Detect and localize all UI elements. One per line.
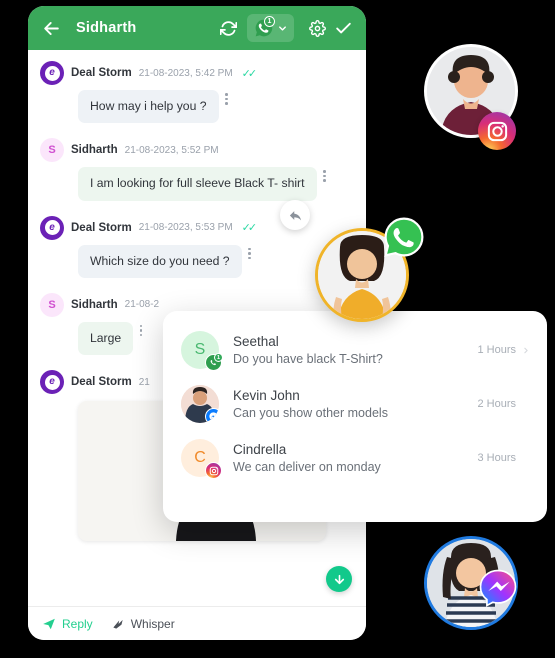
read-receipt-icon: ✓✓	[241, 222, 258, 234]
brand-logo-icon: e	[44, 65, 60, 81]
channel-unread-badge: 1	[264, 16, 275, 27]
preview-message: Can you show other models	[233, 406, 388, 420]
message-sender: Sidharth	[71, 298, 118, 311]
list-item[interactable]: C Cindrella We can deliver on monday 3 H…	[163, 431, 547, 485]
avatar: C	[181, 439, 222, 479]
arrow-left-icon[interactable]	[40, 17, 62, 39]
notification-time: 1 Hours	[477, 344, 516, 356]
message-header: S Sidharth 21-08-2023, 5:52 PM	[40, 137, 354, 163]
preview-message: Do you have black T-Shirt?	[233, 352, 383, 366]
brand-logo-icon: e	[44, 220, 60, 235]
notification-text: Cindrella We can deliver on monday	[233, 442, 469, 474]
instagram-badge-icon	[205, 462, 222, 479]
message-timestamp: 21-08-2023, 5:53 PM	[138, 222, 233, 233]
instagram-icon	[478, 112, 516, 150]
conversation-header: Sidharth 1	[28, 6, 366, 50]
reply-button[interactable]: Reply	[42, 617, 93, 631]
message-header: e Deal Storm 21-08-2023, 5:42 PM ✓✓	[40, 60, 354, 86]
whisper-button[interactable]: Whisper	[111, 617, 175, 631]
chevron-down-icon	[279, 25, 286, 31]
whatsapp-phone-icon: 1	[254, 16, 275, 38]
avatar: e	[40, 370, 64, 394]
whisper-label: Whisper	[130, 616, 175, 631]
list-item[interactable]: Kevin John Can you show other models 2 H…	[163, 377, 547, 431]
message-options-icon[interactable]	[319, 170, 331, 182]
message-item: S Sidharth 21-08-2023, 5:52 PM I am look…	[40, 137, 354, 201]
page-title: Sidharth	[76, 20, 137, 36]
message-options-icon[interactable]	[135, 324, 147, 337]
avatar	[181, 385, 219, 423]
check-icon[interactable]	[332, 17, 354, 39]
message-text: How may i help you ?	[78, 90, 219, 124]
preview-message: We can deliver on monday	[233, 460, 381, 474]
avatar-initial: S	[194, 341, 206, 358]
notification-text: Seethal Do you have black T-Shirt?	[233, 334, 469, 366]
message-bubble-wrap: I am looking for full sleeve Black T- sh…	[78, 167, 354, 201]
message-sender: Sidharth	[71, 144, 118, 157]
messenger-icon	[478, 568, 518, 608]
notifications-panel: S 1 Seethal Do you have black T-Shirt? 1…	[163, 311, 547, 522]
message-sender: Deal Storm	[71, 376, 132, 388]
avatar-initial: C	[194, 449, 206, 466]
message-bubble-wrap: Which size do you need ?	[78, 244, 354, 278]
list-item[interactable]: S 1 Seethal Do you have black T-Shirt? 1…	[163, 323, 547, 377]
gear-icon[interactable]	[306, 17, 328, 39]
whisper-icon	[113, 619, 123, 629]
unread-count: 1	[214, 353, 223, 362]
avatar: S	[40, 138, 64, 163]
contact-name: Seethal	[233, 334, 279, 349]
notification-time: 2 Hours	[477, 398, 516, 410]
message-options-icon[interactable]	[221, 93, 233, 105]
reply-label: Reply	[62, 616, 93, 631]
messenger-badge-icon	[205, 408, 219, 423]
reply-arrow-icon[interactable]	[280, 200, 310, 230]
brand-logo-icon: e	[44, 374, 60, 390]
avatar: e	[40, 61, 64, 85]
scroll-to-bottom-button[interactable]	[326, 566, 352, 592]
avatar: S 1	[181, 331, 223, 371]
contact-name: Cindrella	[233, 442, 287, 457]
chevron-right-icon[interactable]	[521, 346, 531, 355]
message-timestamp: 21	[138, 376, 150, 388]
whatsapp-icon	[383, 216, 425, 258]
composer-toolbar: Reply Whisper	[28, 606, 366, 640]
send-plane-icon	[43, 618, 55, 629]
message-text: Large	[78, 321, 134, 355]
message-bubble-wrap: How may i help you ?	[78, 90, 354, 124]
message-sender: Deal Storm	[71, 67, 132, 79]
read-receipt-icon: ✓✓	[241, 67, 258, 80]
channel-selector[interactable]: 1	[247, 14, 294, 42]
notification-text: Kevin John Can you show other models	[233, 388, 469, 420]
message-sender: Deal Storm	[71, 221, 132, 234]
avatar: S	[40, 292, 64, 317]
arrow-down-icon	[334, 574, 344, 584]
refresh-icon[interactable]	[217, 17, 239, 39]
message-text: I am looking for full sleeve Black T- sh…	[78, 167, 317, 201]
message-timestamp: 21-08-2	[124, 299, 160, 311]
notification-time: 3 Hours	[477, 452, 516, 464]
message-item: e Deal Storm 21-08-2023, 5:42 PM ✓✓ How …	[40, 60, 354, 124]
screenshot-root: Sidharth 1 e Deal Storm 21-08-2023, 5:42…	[0, 0, 555, 658]
message-timestamp: 21-08-2023, 5:42 PM	[138, 67, 233, 79]
message-timestamp: 21-08-2023, 5:52 PM	[124, 144, 219, 156]
message-options-icon[interactable]	[244, 247, 256, 259]
contact-name: Kevin John	[233, 388, 300, 403]
message-text: Which size do you need ?	[78, 244, 242, 278]
whatsapp-badge-icon: 1	[205, 353, 223, 371]
avatar: e	[40, 215, 64, 240]
